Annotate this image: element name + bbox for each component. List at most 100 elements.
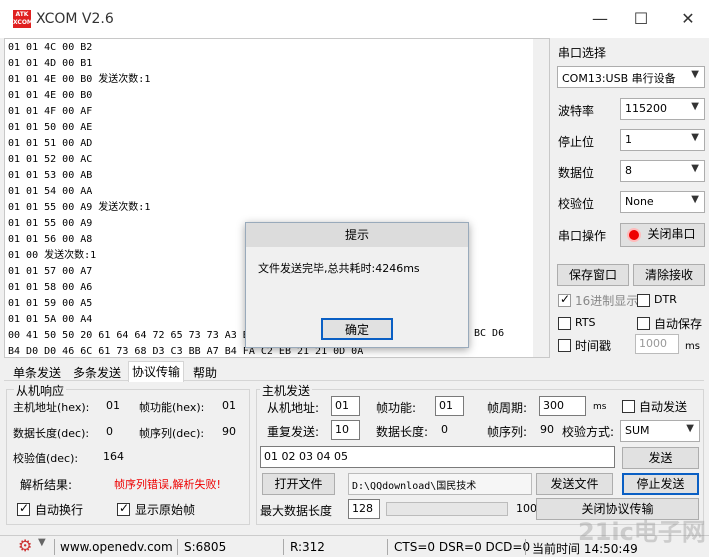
tab-single-send[interactable]: 单条发送 bbox=[10, 363, 64, 381]
checksum-label: 校验值(dec): bbox=[13, 452, 79, 465]
max-length-input[interactable]: 128 bbox=[348, 499, 380, 519]
app-logo: ATK XCOM bbox=[13, 10, 33, 28]
dialog-ok-button[interactable]: 确定 bbox=[321, 318, 393, 340]
hex-display-label: 16进制显示 bbox=[575, 294, 639, 308]
master-group-title: 主机发送 bbox=[260, 382, 313, 399]
checksum-value: 164 bbox=[103, 450, 124, 463]
master-frame-seq-value: 90 bbox=[540, 423, 554, 436]
parity-select[interactable]: None ▼ bbox=[620, 191, 705, 213]
send-progress-bar bbox=[386, 502, 508, 516]
data-bits-select[interactable]: 8 ▼ bbox=[620, 160, 705, 182]
frame-function-label-2: 帧功能: bbox=[376, 401, 417, 415]
parity-label: 校验位 bbox=[558, 197, 595, 211]
data-bits-label: 数据位 bbox=[558, 166, 595, 180]
tab-multi-send[interactable]: 多条发送 bbox=[70, 363, 124, 381]
receive-line: 01 01 51 00 AD bbox=[8, 138, 93, 149]
max-length-label: 最大数据长度 bbox=[260, 504, 333, 518]
dtr-label: DTR bbox=[654, 293, 677, 306]
stop-bits-select[interactable]: 1 ▼ bbox=[620, 129, 705, 151]
send-button[interactable]: 发送 bbox=[622, 447, 699, 469]
line-status: CTS=0 DSR=0 DCD=0 bbox=[394, 540, 531, 554]
gear-icon[interactable]: ⚙ bbox=[18, 536, 32, 555]
parse-result-label: 解析结果: bbox=[20, 478, 73, 492]
frame-seq-label: 帧序列(dec): bbox=[139, 427, 205, 440]
frame-function-value: 01 bbox=[222, 399, 236, 412]
timestamp-interval-input[interactable]: 1000 bbox=[635, 334, 679, 354]
send-file-button[interactable]: 发送文件 bbox=[536, 473, 613, 495]
master-frame-seq-label: 帧序列: bbox=[487, 425, 528, 439]
frame-seq-value: 90 bbox=[222, 425, 236, 438]
master-data-length-value: 0 bbox=[441, 423, 448, 436]
frame-period-label: 帧周期: bbox=[487, 401, 528, 415]
slave-group-title: 从机响应 bbox=[14, 382, 67, 399]
website-link[interactable]: www.openedv.com bbox=[60, 540, 173, 554]
receive-line: 01 01 4D 00 B1 bbox=[8, 58, 93, 69]
clear-receive-button[interactable]: 清除接收 bbox=[633, 264, 705, 286]
minimize-icon[interactable]: — bbox=[588, 7, 612, 31]
serial-op-label: 串口操作 bbox=[558, 229, 607, 243]
port-select[interactable]: COM13:USB 串行设备 ▼ bbox=[557, 66, 705, 88]
show-raw-checkbox[interactable] bbox=[117, 501, 130, 516]
repeat-send-input[interactable]: 10 bbox=[331, 420, 360, 440]
receive-line: 01 01 4E 00 B0 bbox=[8, 90, 93, 101]
host-address-label: 主机地址(hex): bbox=[13, 401, 90, 414]
check-method-label: 校验方式: bbox=[562, 425, 615, 439]
stop-bits-label: 停止位 bbox=[558, 135, 595, 149]
chevron-down-icon: ▼ bbox=[686, 423, 694, 434]
auto-send-label: 自动发送 bbox=[639, 400, 688, 414]
slave-address-input[interactable]: 01 bbox=[331, 396, 360, 416]
tab-protocol[interactable]: 协议传输 bbox=[128, 361, 185, 382]
timestamp-label: 时间戳 bbox=[575, 339, 612, 353]
send-data-input[interactable]: 01 02 03 04 05 bbox=[260, 446, 615, 468]
data-length-value: 0 bbox=[106, 425, 113, 438]
parse-result-value: 帧序列错误,解析失败! bbox=[114, 478, 221, 491]
receive-line: 01 01 4E 00 B0 发送次数:1 bbox=[8, 74, 151, 85]
sent-count: S:6805 bbox=[184, 540, 227, 554]
auto-save-label: 自动保存 bbox=[654, 317, 703, 331]
receive-scrollbar[interactable] bbox=[533, 39, 549, 357]
chevron-down-icon: ▼ bbox=[691, 163, 699, 174]
receive-line: 01 01 55 00 A9 发送次数:1 bbox=[8, 202, 151, 213]
auto-send-checkbox[interactable] bbox=[622, 400, 635, 413]
info-dialog: 提示 文件发送完毕,总共耗时:4246ms 确定 bbox=[245, 222, 469, 348]
timestamp-checkbox[interactable] bbox=[558, 339, 571, 352]
repeat-send-label: 重复发送: bbox=[267, 425, 320, 439]
check-method-select[interactable]: SUM ▼ bbox=[620, 420, 700, 442]
stop-send-button[interactable]: 停止发送 bbox=[622, 473, 699, 495]
save-window-button[interactable]: 保存窗口 bbox=[557, 264, 629, 286]
receive-line: 01 01 53 00 AB bbox=[8, 170, 93, 181]
dialog-message: 文件发送完毕,总共耗时:4246ms bbox=[258, 262, 420, 275]
port-status-icon bbox=[627, 228, 641, 242]
received-count: R:312 bbox=[290, 540, 325, 554]
baud-select[interactable]: 115200 ▼ bbox=[620, 98, 705, 120]
tab-help[interactable]: 帮助 bbox=[190, 363, 220, 381]
file-path-field: D:\QQdownload\国民技术 bbox=[348, 473, 532, 495]
slave-address-label: 从机地址: bbox=[267, 401, 320, 415]
frame-function-label: 帧功能(hex): bbox=[139, 401, 205, 414]
frame-function-input[interactable]: 01 bbox=[435, 396, 464, 416]
timestamp-unit: ms bbox=[685, 341, 700, 352]
hex-display-checkbox[interactable] bbox=[558, 292, 571, 307]
maximize-icon[interactable]: ☐ bbox=[629, 7, 653, 31]
frame-period-input[interactable]: 300 bbox=[539, 396, 586, 416]
show-raw-label: 显示原始帧 bbox=[135, 503, 196, 517]
chevron-down-icon: ▼ bbox=[691, 194, 699, 205]
dialog-title: 提示 bbox=[246, 223, 468, 247]
dtr-checkbox[interactable] bbox=[637, 294, 650, 307]
chevron-down-icon: ▼ bbox=[691, 69, 699, 80]
rts-checkbox[interactable] bbox=[558, 317, 571, 330]
send-progress-value: 100 bbox=[516, 502, 537, 515]
receive-line: 01 01 4C 00 B2 bbox=[8, 42, 93, 53]
close-port-button[interactable]: 关闭串口 bbox=[620, 223, 705, 247]
chevron-down-icon[interactable]: ▼ bbox=[38, 537, 46, 548]
title-bar: ATK XCOM XCOM V2.6 — ☐ ✕ bbox=[0, 0, 709, 38]
close-icon[interactable]: ✕ bbox=[676, 7, 700, 31]
auto-wrap-checkbox[interactable] bbox=[17, 501, 30, 516]
auto-wrap-label: 自动换行 bbox=[35, 503, 84, 517]
data-length-label: 数据长度(dec): bbox=[13, 427, 90, 440]
receive-line: 01 01 50 00 AE bbox=[8, 122, 93, 133]
auto-save-checkbox[interactable] bbox=[637, 317, 650, 330]
receive-tail-text: BC D6 bbox=[474, 328, 505, 339]
chevron-down-icon: ▼ bbox=[691, 101, 699, 112]
open-file-button[interactable]: 打开文件 bbox=[262, 473, 335, 495]
